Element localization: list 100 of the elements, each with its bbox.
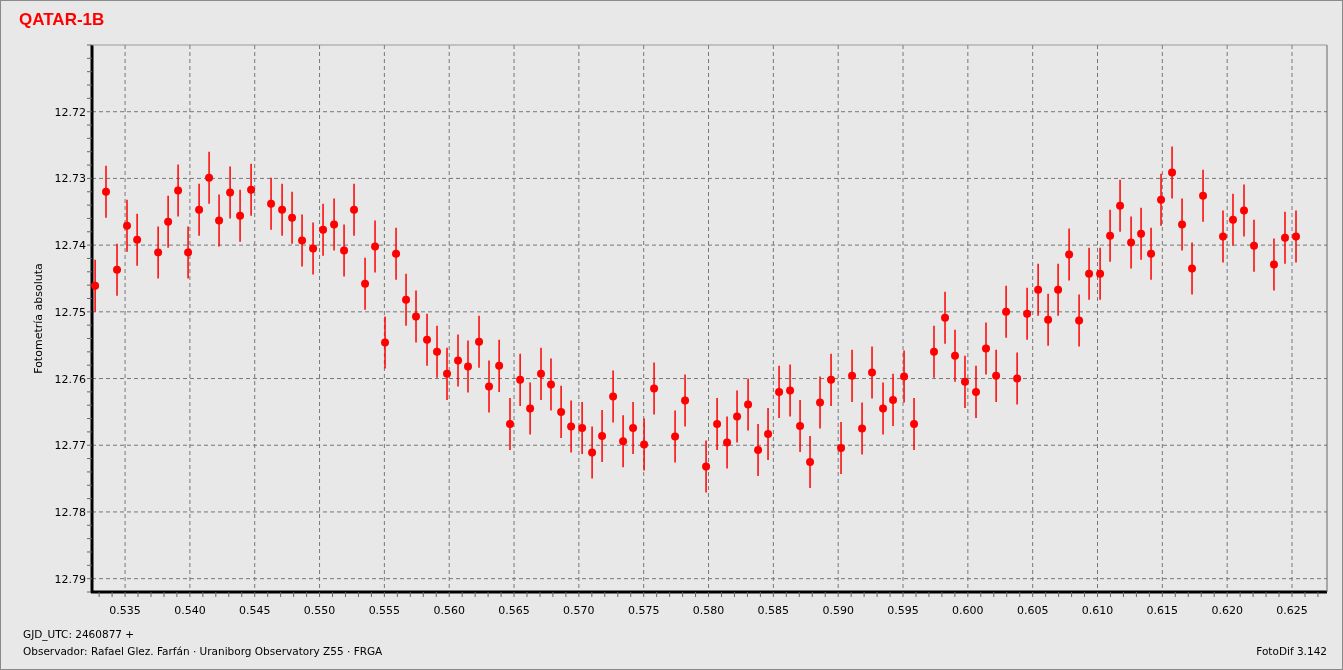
data-point: [123, 199, 131, 253]
y-axis-label: Fotometría absoluta: [32, 263, 45, 374]
data-point: [330, 197, 339, 252]
data-point: [640, 417, 649, 472]
date-reference: GJD_UTC: 2460877 +: [23, 627, 136, 643]
data-point: [1034, 263, 1043, 317]
data-point: [1044, 293, 1053, 347]
x-tick-label: 0.575: [627, 604, 660, 617]
y-tick-label: 12.78: [54, 505, 86, 519]
x-tick-label: 0.590: [822, 604, 854, 617]
software-version: FotoDif 3.142: [1256, 644, 1327, 659]
data-point: [889, 373, 898, 427]
data-point: [174, 163, 183, 218]
data-point: [1116, 179, 1125, 233]
data-point: [827, 353, 836, 407]
data-point: [288, 191, 297, 245]
y-tick-label: 12.72: [54, 105, 86, 119]
data-point: [816, 375, 825, 430]
data-point: [340, 223, 349, 278]
data-point: [713, 397, 722, 451]
data-point: [495, 339, 504, 393]
data-point: [1054, 263, 1063, 317]
x-tick-label: 0.600: [952, 604, 984, 617]
x-tick-label: 0.620: [1211, 604, 1243, 617]
data-point: [133, 213, 142, 267]
chart-title: QATAR-1B: [18, 9, 106, 31]
data-point: [154, 225, 163, 280]
x-tick-label: 0.555: [368, 604, 401, 617]
y-tick-label: 12.76: [54, 372, 86, 386]
x-tick-label: 0.560: [433, 604, 465, 617]
x-tick-label: 0.580: [692, 604, 725, 617]
data-point: [371, 219, 380, 274]
y-tick-label: 12.73: [54, 172, 86, 186]
x-tick-label: 0.540: [174, 604, 206, 617]
data-point: [1013, 351, 1022, 406]
y-tick-label: 12.79: [54, 572, 86, 586]
data-point: [402, 273, 411, 327]
data-point: [1106, 209, 1115, 263]
data-point: [423, 313, 432, 367]
data-point: [941, 291, 950, 345]
data-point: [598, 409, 607, 463]
data-point: [992, 349, 1001, 403]
x-tick-label: 0.535: [109, 604, 141, 617]
data-point: [972, 365, 980, 419]
x-tick-label: 0.545: [238, 604, 271, 617]
data-point: [868, 345, 877, 400]
data-point: [91, 259, 100, 313]
data-point: [879, 381, 888, 436]
data-point: [547, 357, 555, 412]
data-point: [1127, 215, 1136, 270]
data-point: [236, 189, 245, 243]
data-point: [1269, 237, 1278, 292]
data-point: [350, 183, 359, 237]
x-tick-label: 0.570: [563, 604, 595, 617]
data-point: [381, 315, 390, 370]
data-point: [1168, 145, 1177, 200]
data-point: [1178, 197, 1187, 252]
data-point: [609, 369, 618, 424]
data-point: [1188, 241, 1197, 296]
data-point: [526, 381, 535, 436]
data-point: [578, 401, 587, 455]
data-point: [910, 397, 919, 451]
x-tick-label: 0.550: [303, 604, 336, 617]
data-point: [1292, 209, 1300, 264]
data-point: [671, 409, 680, 464]
data-point: [1075, 293, 1084, 348]
data-point: [1219, 209, 1227, 264]
y-tick-label: 12.75: [54, 305, 86, 319]
data-point: [1250, 219, 1258, 273]
data-point: [309, 221, 318, 276]
data-point: [226, 165, 235, 220]
data-point: [702, 439, 711, 494]
data-point: [1002, 285, 1011, 339]
data-point: [392, 227, 401, 281]
data-point: [1240, 183, 1248, 238]
data-point: [1281, 211, 1289, 265]
data-point: [723, 415, 732, 470]
data-point: [516, 353, 525, 407]
data-point: [1096, 247, 1105, 301]
y-tick-label: 12.74: [54, 239, 86, 253]
data-point: [298, 213, 307, 268]
data-point: [961, 355, 969, 409]
x-tick-label: 0.625: [1276, 604, 1308, 617]
data-point: [930, 325, 938, 379]
data-point: [567, 399, 576, 454]
data-point: [900, 349, 909, 404]
data-point: [1157, 173, 1166, 227]
data-point: [102, 165, 110, 219]
data-point: [650, 361, 659, 416]
x-tick-label: 0.615: [1146, 604, 1179, 617]
data-point: [806, 435, 815, 489]
x-tick-label: 0.610: [1081, 604, 1114, 617]
data-point: [267, 177, 276, 231]
data-point: [733, 389, 742, 444]
data-point: [557, 385, 566, 439]
data-point: [184, 225, 193, 280]
observer-credit: Observador: Rafael Glez. Farfán · Uraniborg Observatory Z55 · FRGA: [23, 644, 383, 659]
data-point: [744, 377, 753, 432]
data-point: [1065, 227, 1074, 282]
x-tick-label: 0.595: [887, 604, 919, 617]
